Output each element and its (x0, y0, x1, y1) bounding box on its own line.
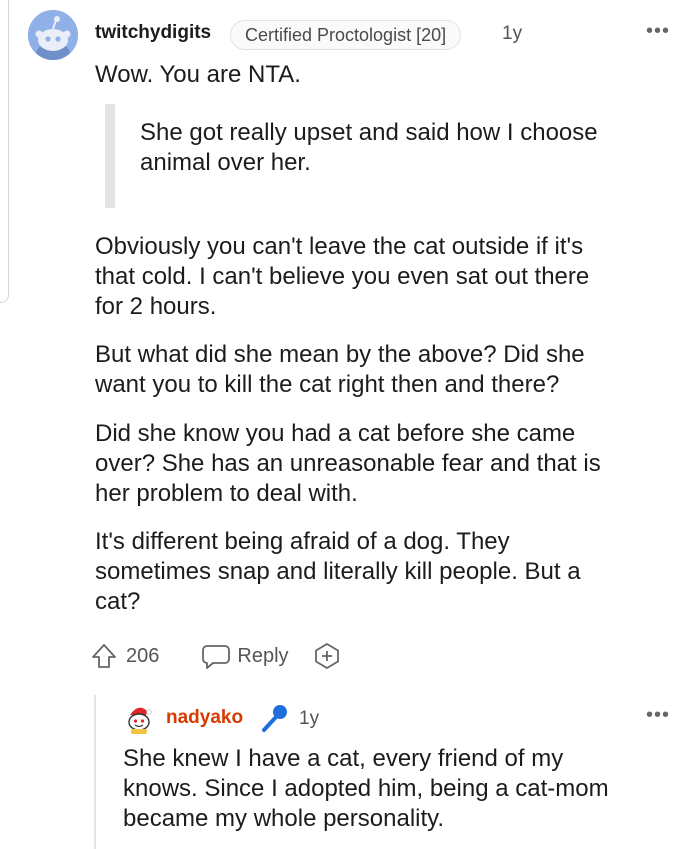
comment-action-bar: 206 Reply (90, 640, 341, 672)
blockquote-text: She got really upset and said how I choo… (140, 119, 598, 176)
speech-bubble-icon (202, 645, 231, 669)
mic-flair-icon (260, 703, 288, 733)
paragraph-4: It's different being afraid of a dog. Th… (95, 528, 581, 615)
award-plus-icon (314, 643, 339, 669)
reply-username[interactable]: nadyako (166, 707, 243, 729)
blockquote-bar (105, 104, 115, 208)
snoo-santa-icon (128, 707, 152, 734)
user-avatar[interactable] (28, 10, 78, 60)
parent-thread-line[interactable] (0, 0, 9, 303)
reply-age: 1y (299, 708, 320, 729)
paragraph-3: Did she know you had a cat before she ca… (95, 420, 601, 507)
reply-more-options-icon[interactable]: ••• (646, 704, 670, 727)
upvote-button[interactable] (90, 642, 118, 670)
reply-body: She knew I have a cat, every friend of m… (123, 745, 609, 832)
reply-label: Reply (237, 644, 289, 667)
user-flair: Certified Proctologist [20] (230, 20, 462, 50)
upvote-count: 206 (126, 644, 160, 667)
snoo-icon (28, 10, 78, 60)
award-button[interactable] (313, 642, 341, 670)
reply-thread-line[interactable] (94, 695, 96, 849)
paragraph-2: But what did she mean by the above? Did … (95, 341, 585, 398)
reply-button[interactable]: Reply (201, 642, 289, 670)
reply-avatar[interactable] (126, 704, 152, 734)
comment-more-options-icon[interactable]: ••• (646, 20, 670, 43)
comment-age: 1y (502, 23, 523, 44)
comment-username[interactable]: twitchydigits (95, 22, 211, 44)
comment-intro: Wow. You are NTA. (95, 61, 301, 88)
paragraph-1: Obviously you can't leave the cat outsid… (95, 233, 590, 320)
upvote-arrow-icon (92, 644, 116, 668)
